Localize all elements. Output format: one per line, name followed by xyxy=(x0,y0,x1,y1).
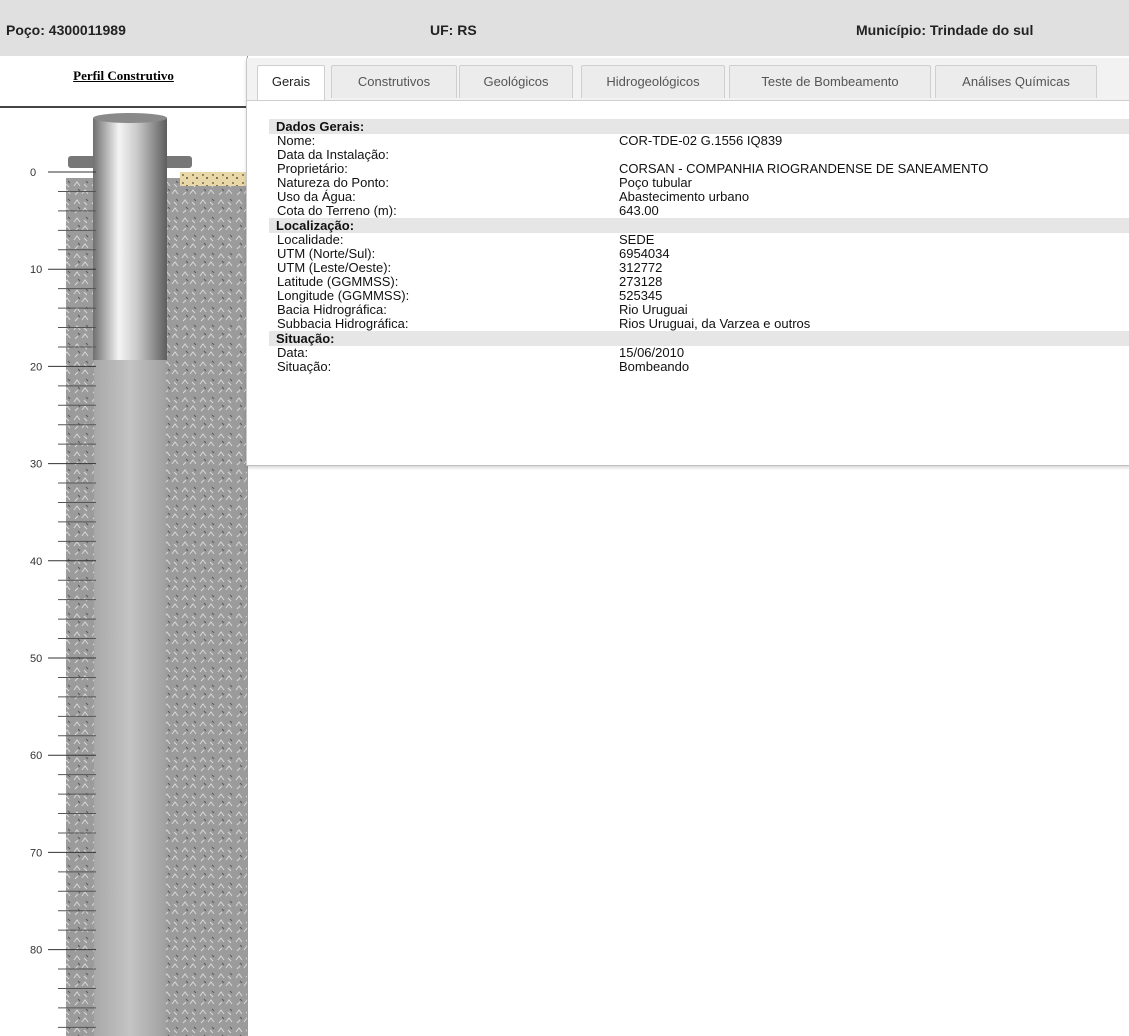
depth-label: 20 xyxy=(30,361,42,373)
row-instalacao: Data da Instalação: xyxy=(269,148,1129,162)
label-longitude: Longitude (GGMMSS): xyxy=(277,288,410,303)
label-instalacao: Data da Instalação: xyxy=(277,147,390,162)
open-bore xyxy=(94,353,166,1036)
value-longitude: 525345 xyxy=(619,288,663,303)
tab-bar: Gerais Construtivos Geológicos Hidrogeol… xyxy=(247,58,1129,101)
depth-label: 80 xyxy=(30,945,42,957)
row-proprietario: Proprietário: CORSAN - COMPANHIA RIOGRAND… xyxy=(269,162,1129,176)
depth-label: 10 xyxy=(30,264,42,276)
tab-teste-bombeamento[interactable]: Teste de Bombeamento xyxy=(729,65,931,98)
section-dados-gerais: Dados Gerais: xyxy=(269,119,1129,134)
well-profile-panel: Perfil Construtivo 0 10 20 30 40 50 60 7… xyxy=(0,56,248,1036)
label-nome: Nome: xyxy=(277,133,316,148)
state-label: UF: RS xyxy=(430,22,477,38)
depth-label: 50 xyxy=(30,653,42,665)
label-cota: Cota do Terreno (m): xyxy=(277,203,397,218)
label-utm-lo: UTM (Leste/Oeste): xyxy=(277,260,392,275)
value-proprietario: CORSAN - COMPANHIA RIOGRANDENSE DE SANEA… xyxy=(619,161,989,176)
casing-pipe xyxy=(93,118,167,360)
depth-label: 70 xyxy=(30,847,42,859)
label-localidade: Localidade: xyxy=(277,232,344,247)
label-data: Data: xyxy=(277,345,309,360)
depth-label: 40 xyxy=(30,556,42,568)
tabs-panel: Gerais Construtivos Geológicos Hidrogeol… xyxy=(246,58,1129,466)
label-proprietario: Proprietário: xyxy=(277,161,348,176)
general-data-content: Dados Gerais: Nome: COR-TDE-02 G.1556 IQ8… xyxy=(247,100,1129,466)
row-utm-lo: UTM (Leste/Oeste): 312772 xyxy=(269,261,1129,275)
depth-label: 0 xyxy=(30,167,36,179)
label-utm-ns: UTM (Norte/Sul): xyxy=(277,246,376,261)
value-utm-ns: 6954034 xyxy=(619,246,670,261)
label-situacao: Situação: xyxy=(277,359,332,374)
value-nome: COR-TDE-02 G.1556 IQ839 xyxy=(619,133,783,148)
label-natureza: Natureza do Ponto: xyxy=(277,175,390,190)
depth-label: 30 xyxy=(30,459,42,471)
casing-top xyxy=(93,113,167,123)
section-localizacao: Localização: xyxy=(269,218,1129,233)
well-diagram: 0102030405060708090 xyxy=(30,113,247,1036)
section-situacao: Situação: xyxy=(269,331,1129,346)
value-natureza: Poço tubular xyxy=(619,175,692,190)
row-cota: Cota do Terreno (m): 643.00 xyxy=(269,204,1129,218)
header-bar: Poço: 4300011989 UF: RS Município: Trind… xyxy=(0,0,1129,56)
depth-label: 60 xyxy=(30,750,42,762)
row-subbacia: Subbacia Hidrográfica: Rios Uruguai, da V… xyxy=(269,317,1129,331)
tab-construtivos[interactable]: Construtivos xyxy=(331,65,457,98)
value-bacia: Rio Uruguai xyxy=(619,302,688,317)
value-latitude: 273128 xyxy=(619,274,663,289)
row-nome: Nome: COR-TDE-02 G.1556 IQ839 xyxy=(269,134,1129,148)
label-bacia: Bacia Hidrográfica: xyxy=(277,302,387,317)
row-utm-ns: UTM (Norte/Sul): 6954034 xyxy=(269,247,1129,261)
value-cota: 643.00 xyxy=(619,203,659,218)
row-data: Data: 15/06/2010 xyxy=(269,346,1129,360)
row-natureza: Natureza do Ponto: Poço tubular xyxy=(269,176,1129,190)
well-id: Poço: 4300011989 xyxy=(6,22,126,38)
municipality-label: Município: Trindade do sul xyxy=(856,22,1034,38)
row-latitude: Latitude (GGMMSS): 273128 xyxy=(269,275,1129,289)
value-subbacia: Rios Uruguai, da Varzea e outros xyxy=(619,316,811,331)
value-utm-lo: 312772 xyxy=(619,260,663,275)
label-latitude: Latitude (GGMMSS): xyxy=(277,274,399,289)
value-localidade: SEDE xyxy=(619,232,655,247)
value-uso: Abastecimento urbano xyxy=(619,189,750,204)
tab-geologicos[interactable]: Geológicos xyxy=(459,65,573,98)
profile-title[interactable]: Perfil Construtivo xyxy=(73,68,174,84)
row-bacia: Bacia Hidrográfica: Rio Uruguai xyxy=(269,303,1129,317)
tab-hidrogeologicos[interactable]: Hidrogeológicos xyxy=(581,65,725,98)
value-data: 15/06/2010 xyxy=(619,345,685,360)
label-subbacia: Subbacia Hidrográfica: xyxy=(277,316,409,331)
value-situacao: Bombeando xyxy=(619,359,690,374)
row-situacao: Situação: Bombeando xyxy=(269,360,1129,374)
label-uso: Uso da Água: xyxy=(277,189,356,204)
tab-analises-quimicas[interactable]: Análises Químicas xyxy=(935,65,1097,98)
tab-gerais[interactable]: Gerais xyxy=(257,65,325,101)
soil-layer xyxy=(180,172,247,186)
row-uso: Uso da Água: Abastecimento urbano xyxy=(269,190,1129,204)
profile-header: Perfil Construtivo xyxy=(0,56,247,108)
row-localidade: Localidade: SEDE xyxy=(269,233,1129,247)
row-longitude: Longitude (GGMMSS): 525345 xyxy=(269,289,1129,303)
